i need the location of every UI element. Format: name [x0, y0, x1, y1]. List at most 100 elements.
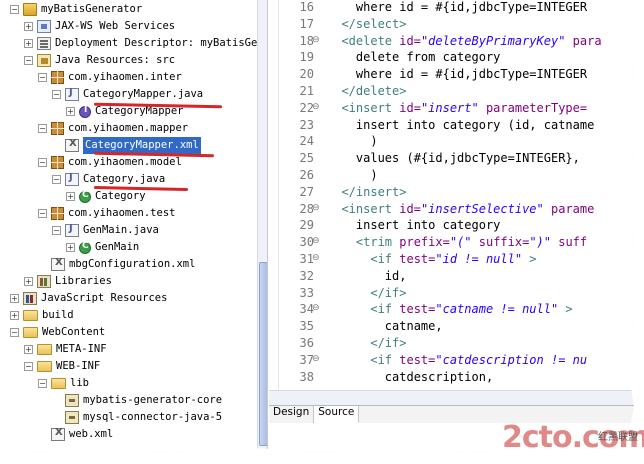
- java-file-icon: [65, 87, 79, 101]
- code-token: where id = #{id,jdbcType=INTEGER: [327, 0, 588, 14]
- code-token: "catdescription != nu: [435, 352, 588, 367]
- scrollbar-thumb[interactable]: [259, 262, 267, 446]
- tree-item[interactable]: mbgConfiguration.xml: [38, 256, 195, 273]
- tree-item[interactable]: − com.yihaomen.mapper: [38, 120, 188, 137]
- collapse-icon[interactable]: −: [52, 175, 61, 184]
- line-number: 17: [299, 16, 314, 31]
- tree-item[interactable]: mysql-connector-java-5: [52, 409, 222, 426]
- code-token: id=: [399, 201, 421, 216]
- code-token: ): [327, 134, 378, 149]
- tree-item[interactable]: − CategoryMapper.java: [52, 86, 203, 103]
- code-token: test=: [399, 352, 436, 367]
- tree-vertical-scrollbar[interactable]: [257, 0, 267, 452]
- tree-item[interactable]: + Deployment Descriptor: myBatisGe: [24, 35, 257, 52]
- code-token: insert into category: [327, 218, 501, 233]
- fold-toggle-icon[interactable]: ⊖: [312, 354, 320, 364]
- expand-icon[interactable]: +: [66, 107, 75, 116]
- expand-icon[interactable]: +: [66, 192, 75, 201]
- line-number: 25: [299, 151, 314, 166]
- editor-horizontal-scrollbar[interactable]: [269, 390, 634, 405]
- code-token: >: [522, 252, 537, 266]
- code-token: catdescription,: [327, 369, 494, 384]
- tree-item[interactable]: − com.yihaomen.model: [38, 154, 182, 171]
- expand-icon[interactable]: +: [24, 22, 33, 31]
- tree-item-label: mbgConfiguration.xml: [69, 258, 196, 270]
- code-token: <if: [327, 352, 400, 367]
- tree-item[interactable]: + Libraries: [24, 273, 112, 290]
- collapse-icon[interactable]: −: [38, 209, 47, 218]
- package-icon: [51, 156, 64, 169]
- expand-icon[interactable]: +: [24, 277, 33, 286]
- tree-item[interactable]: + build: [10, 307, 74, 324]
- tree-item[interactable]: + Category: [66, 188, 146, 205]
- fold-toggle-icon[interactable]: ⊖: [312, 35, 320, 45]
- tree-item-label: com.yihaomen.mapper: [68, 122, 189, 134]
- fold-toggle-icon[interactable]: ⊖: [312, 253, 320, 263]
- jar-icon: [65, 411, 79, 424]
- code-token: test=: [399, 252, 436, 266]
- collapse-icon[interactable]: −: [38, 124, 47, 133]
- expand-icon[interactable]: +: [66, 243, 75, 252]
- tree-item-label: GenMain: [95, 241, 140, 253]
- collapse-icon[interactable]: −: [38, 158, 47, 167]
- code-token: ")": [529, 235, 551, 250]
- expand-icon[interactable]: +: [10, 311, 19, 320]
- code-token: "insertSelective": [420, 201, 544, 216]
- fold-toggle-icon[interactable]: ⊖: [312, 203, 320, 213]
- code-token: <insert: [327, 100, 400, 115]
- collapse-icon[interactable]: −: [24, 362, 33, 371]
- tree-item[interactable]: − Java Resources: src: [24, 52, 175, 69]
- tab-source[interactable]: Source: [314, 406, 360, 423]
- code-token: ): [327, 168, 378, 182]
- line-number: 29: [299, 218, 314, 233]
- project-icon: [23, 3, 37, 16]
- expand-icon[interactable]: +: [24, 345, 33, 354]
- line-number: 20: [299, 67, 314, 82]
- code-token: </if>: [327, 336, 407, 350]
- tree-item[interactable]: − lib: [38, 375, 89, 392]
- tab-design[interactable]: Design: [269, 406, 315, 423]
- tree-item[interactable]: mybatis-generator-core: [52, 392, 222, 409]
- collapse-icon[interactable]: −: [24, 56, 33, 65]
- collapse-icon[interactable]: −: [38, 73, 47, 82]
- tree-item[interactable]: − WebContent: [10, 324, 105, 341]
- package-icon: [51, 122, 64, 135]
- tree-item[interactable]: − myBatisGenerator: [10, 1, 142, 18]
- collapse-icon[interactable]: −: [52, 90, 61, 99]
- tree-item[interactable]: + JavaScript Resources: [10, 290, 167, 307]
- tree-item[interactable]: + META-INF: [24, 341, 107, 358]
- collapse-icon[interactable]: −: [52, 226, 61, 235]
- expand-icon[interactable]: +: [10, 294, 19, 303]
- code-token: id,: [327, 268, 407, 283]
- watermark-sub: 红黑联盟: [598, 432, 638, 443]
- tree-item[interactable]: + GenMain: [66, 239, 139, 256]
- folder-icon: [51, 378, 66, 389]
- folder-icon: [37, 361, 52, 372]
- code-token: delete from category: [327, 50, 501, 65]
- fold-toggle-icon[interactable]: ⊖: [312, 102, 320, 112]
- code-token: >: [558, 302, 573, 317]
- code-line: </delete>: [327, 82, 406, 101]
- collapse-icon[interactable]: −: [10, 5, 19, 14]
- code-token: id=: [399, 33, 421, 48]
- code-area[interactable]: where id = #{id,jdbcType=INTEGER </selec…: [321, 0, 634, 390]
- tree-item[interactable]: − com.yihaomen.test: [38, 205, 175, 222]
- eclipse-window: − myBatisGenerator + JAX-WS Web Services + De…: [6, 0, 634, 452]
- collapse-icon[interactable]: −: [38, 379, 47, 388]
- tree-item[interactable]: − com.yihaomen.inter: [38, 69, 182, 86]
- fold-toggle-icon[interactable]: ⊖: [312, 236, 320, 246]
- code-line: <delete id="deleteByPrimaryKey" para: [327, 32, 601, 51]
- code-token: </delete>: [327, 84, 407, 98]
- expand-icon[interactable]: +: [24, 39, 33, 48]
- fold-toggle-icon[interactable]: ⊖: [312, 303, 320, 313]
- tree-item[interactable]: web.xml: [38, 426, 113, 443]
- code-line: ): [327, 132, 378, 151]
- tree-item[interactable]: − GenMain.java: [52, 222, 159, 239]
- code-line: delete from category: [327, 48, 501, 67]
- code-token: "deleteByPrimaryKey": [420, 33, 566, 48]
- tree-item[interactable]: + JAX-WS Web Services: [24, 18, 175, 35]
- js-resources-icon: [23, 292, 37, 305]
- collapse-icon[interactable]: −: [10, 328, 19, 337]
- folder-icon: [23, 327, 38, 338]
- tree-item[interactable]: − WEB-INF: [24, 358, 100, 375]
